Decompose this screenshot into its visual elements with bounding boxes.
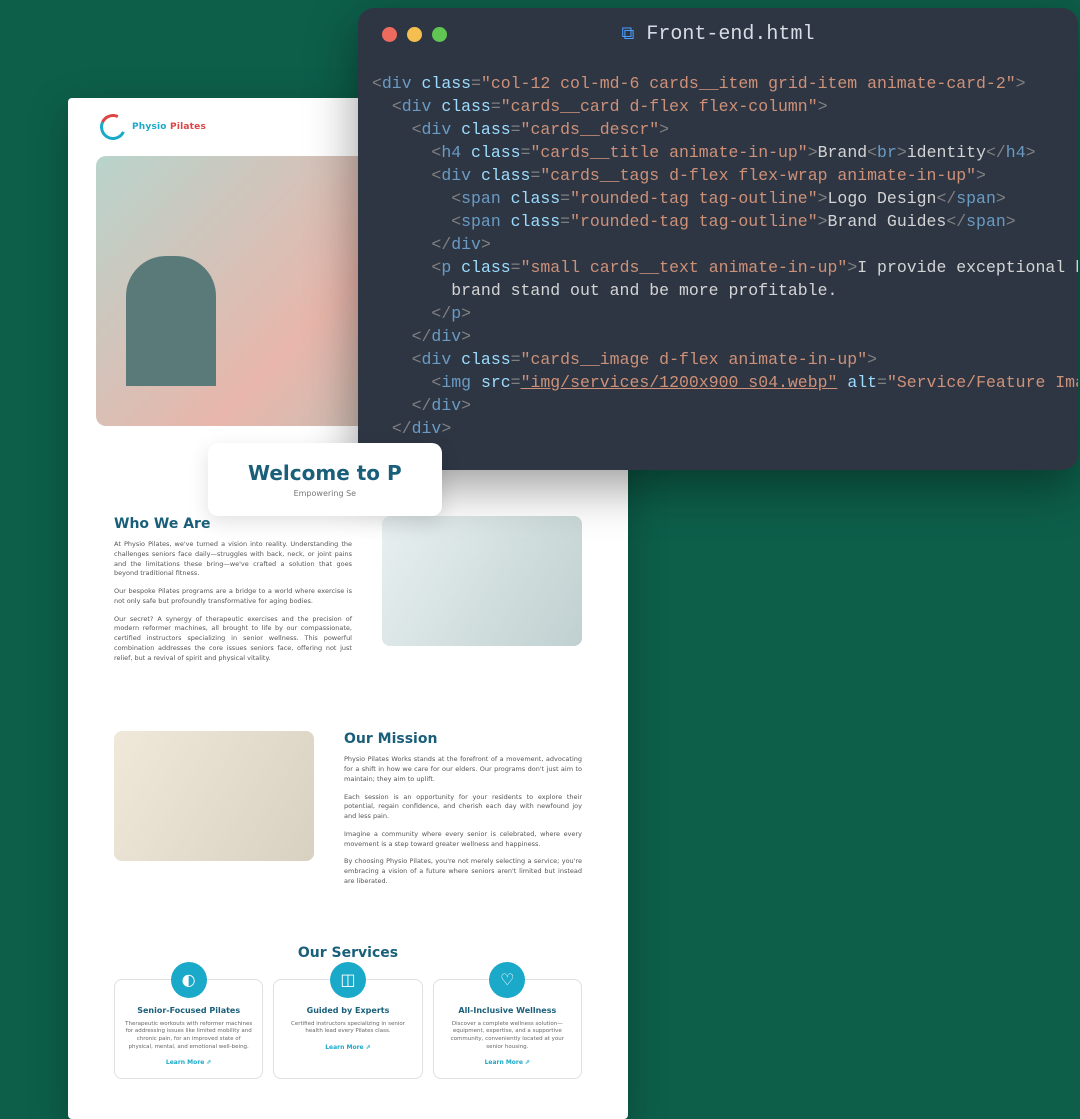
minimize-icon[interactable]: [407, 27, 422, 42]
mission-image: [114, 731, 314, 861]
code-content[interactable]: <div class="col-12 col-md-6 cards__item …: [358, 60, 1078, 470]
editor-filename: ⧉ Front-end.html: [622, 23, 815, 46]
service-icon: ◐: [171, 962, 207, 998]
section-title: Our Mission: [344, 731, 582, 747]
service-card-body: Therapeutic workouts with reformer machi…: [125, 1021, 252, 1052]
logo-text: Physio Pilates: [132, 122, 206, 132]
learn-more-link[interactable]: Learn More ⇗: [444, 1059, 571, 1066]
service-card[interactable]: ◫ Guided by Experts Certified instructor…: [273, 979, 422, 1080]
who-we-are-section: Who We Are At Physio Pilates, we've turn…: [68, 486, 628, 701]
services-title: Our Services: [114, 945, 582, 961]
service-card-title: Senior-Focused Pilates: [125, 1006, 252, 1015]
service-card-title: Guided by Experts: [284, 1006, 411, 1015]
section-body: Physio Pilates Works stands at the foref…: [344, 755, 582, 886]
mission-section: Our Mission Physio Pilates Works stands …: [68, 701, 628, 924]
code-editor-window: ⧉ Front-end.html <div class="col-12 col-…: [358, 8, 1078, 470]
editor-titlebar[interactable]: ⧉ Front-end.html: [358, 8, 1078, 60]
section-title: Who We Are: [114, 516, 352, 532]
service-icon: ♡: [489, 962, 525, 998]
close-icon[interactable]: [382, 27, 397, 42]
section-body: At Physio Pilates, we've turned a vision…: [114, 540, 352, 663]
site-logo[interactable]: Physio Pilates: [100, 114, 206, 140]
logo-mark-icon: [96, 110, 129, 143]
service-icon: ◫: [330, 962, 366, 998]
learn-more-link[interactable]: Learn More ⇗: [284, 1044, 411, 1051]
maximize-icon[interactable]: [432, 27, 447, 42]
hero-title: Welcome to P: [248, 461, 402, 485]
service-card-body: Certified instructors specializing in se…: [284, 1021, 411, 1036]
service-card-title: All-Inclusive Wellness: [444, 1006, 571, 1015]
hero-card: Welcome to P Empowering Se: [208, 443, 442, 516]
services-section: Our Services ◐ Senior-Focused Pilates Th…: [68, 925, 628, 1119]
vscode-icon: ⧉: [622, 24, 635, 45]
hero-subtitle: Empowering Se: [248, 489, 402, 498]
service-card[interactable]: ♡ All-Inclusive Wellness Discover a comp…: [433, 979, 582, 1080]
window-controls: [382, 27, 447, 42]
who-image: [382, 516, 582, 646]
learn-more-link[interactable]: Learn More ⇗: [125, 1059, 252, 1066]
service-card-body: Discover a complete wellness solution—eq…: [444, 1021, 571, 1052]
service-card[interactable]: ◐ Senior-Focused Pilates Therapeutic wor…: [114, 979, 263, 1080]
